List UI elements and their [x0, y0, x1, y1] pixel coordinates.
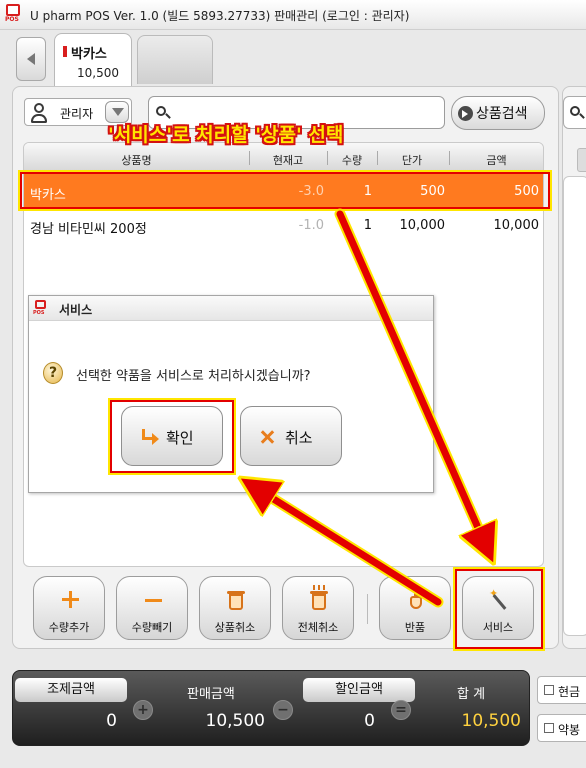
service-button[interactable]: ✦ 서비스	[462, 576, 534, 640]
dialog-title-bar: POS 서비스	[29, 296, 433, 321]
trash-all-icon	[309, 585, 329, 611]
return-button[interactable]: 반품	[379, 576, 451, 640]
trash-icon	[226, 589, 246, 611]
cell-stock: -1.0	[298, 218, 324, 233]
window-title: U pharm POS Ver. 1.0 (빌드 5893.27733) 판매관…	[30, 9, 410, 23]
dialog-logo-text: POS	[33, 310, 45, 316]
total-amount-value: 10,500	[461, 711, 521, 731]
confirm-button[interactable]: 확인	[121, 406, 223, 466]
cancel-item-button[interactable]: 상품취소	[199, 576, 271, 640]
col-header-price: 단가	[401, 154, 423, 167]
plus-operator-icon: +	[133, 700, 153, 720]
table-header: 상품명 현재고 수량 단가 금액	[24, 143, 543, 171]
right-search-box[interactable]	[563, 96, 586, 129]
checkbox-box	[544, 685, 554, 695]
user-label: 관리자	[60, 107, 94, 121]
cancel-button[interactable]: 취소	[240, 406, 342, 466]
col-header-amount: 금액	[486, 154, 507, 167]
app-logo-icon: POS	[4, 4, 24, 24]
hand-icon	[406, 589, 426, 611]
table-row[interactable]: 경남 비타민씨 200정 -1.0 1 10,000 10,000	[24, 208, 543, 242]
tab-marker	[63, 46, 67, 57]
cash-checkbox[interactable]: 현금	[537, 676, 586, 704]
cell-name: 박카스	[30, 188, 66, 203]
question-icon: ?	[43, 362, 63, 384]
col-header-qty: 수량	[341, 154, 363, 167]
add-quantity-label: 수량추가	[48, 621, 90, 634]
cell-stock: -3.0	[298, 184, 324, 199]
close-icon	[260, 430, 274, 444]
sale-amount-label: 판매금액	[187, 687, 235, 702]
cash-checkbox-label: 현금	[558, 685, 581, 699]
plus-icon	[60, 589, 80, 611]
pill-envelope-checkbox[interactable]: 약봉	[537, 714, 586, 742]
right-panel-handle[interactable]	[577, 148, 586, 172]
tab-title: 박카스	[71, 47, 107, 62]
back-button[interactable]	[16, 37, 46, 81]
total-amount-label: 합 계	[457, 687, 486, 702]
cell-amount: 10,000	[493, 218, 540, 233]
discount-amount-label: 할인금액	[303, 678, 415, 702]
col-header-name: 상품명	[121, 154, 152, 167]
cancel-all-button[interactable]: 전체취소	[282, 576, 354, 640]
toolbar-divider	[367, 594, 368, 624]
subtract-quantity-label: 수량빼기	[131, 621, 173, 634]
magic-wand-icon: ✦	[489, 587, 509, 611]
checkbox-box	[544, 723, 554, 733]
annotation-caption: '서비스'로 처리할 '상품' 선택	[108, 124, 344, 146]
tab-empty[interactable]	[137, 35, 213, 84]
dialog-title: 서비스	[59, 303, 93, 317]
dialog-body: ? 선택한 약품을 서비스로 처리하시겠습니까? 확인 취소	[29, 322, 433, 492]
col-header-stock: 현재고	[272, 154, 304, 167]
tab-amount: 10,500	[77, 66, 119, 80]
app-logo-text: POS	[5, 16, 19, 23]
table-row[interactable]: 박카스 -3.0 1 500 500	[24, 174, 543, 208]
return-label: 반품	[404, 621, 426, 634]
user-icon	[30, 103, 48, 123]
right-panel-list	[563, 176, 586, 636]
title-bar: POS U pharm POS Ver. 1.0 (빌드 5893.27733)…	[0, 0, 586, 30]
product-search-button[interactable]: 상품검색	[451, 96, 545, 130]
service-dialog: POS 서비스 ? 선택한 약품을 서비스로 처리하시겠습니까? 확인 취소	[28, 295, 434, 493]
product-search-button-label: 상품검색	[476, 106, 528, 122]
cancel-all-label: 전체취소	[297, 621, 339, 634]
subtract-quantity-button[interactable]: 수량빼기	[116, 576, 188, 640]
cell-price: 10,000	[399, 218, 446, 233]
cell-qty: 1	[363, 218, 372, 233]
cell-price: 500	[420, 184, 445, 199]
cell-qty: 1	[363, 184, 372, 199]
equals-operator-icon: =	[391, 700, 411, 720]
chevron-down-icon	[112, 108, 124, 116]
cell-name: 경남 비타민씨 200정	[30, 222, 147, 237]
totals-bar: 조제금액 0 + 판매금액 10,500 − 할인금액 0 = 합 계 10,5…	[12, 670, 530, 746]
cancel-item-label: 상품취소	[214, 621, 256, 634]
cell-amount: 500	[514, 184, 539, 199]
enter-arrow-icon	[142, 429, 159, 445]
tab-sale-1[interactable]: 박카스 10,500	[54, 33, 132, 86]
add-quantity-button[interactable]: 수량추가	[33, 576, 105, 640]
sale-amount-value: 10,500	[205, 711, 265, 731]
dialog-message: 선택한 약품을 서비스로 처리하시겠습니까?	[76, 369, 311, 384]
cancel-button-label: 취소	[285, 429, 313, 447]
dialog-logo-icon: POS	[33, 300, 49, 316]
confirm-button-label: 확인	[166, 429, 194, 447]
prep-amount-value: 0	[106, 711, 117, 731]
prep-amount-label: 조제금액	[15, 678, 127, 702]
back-arrow-icon	[27, 53, 35, 65]
pill-envelope-checkbox-label: 약봉	[558, 723, 581, 737]
search-icon	[156, 106, 171, 120]
arrow-right-icon	[458, 106, 473, 121]
service-label: 서비스	[482, 621, 514, 634]
minus-icon	[143, 589, 163, 611]
search-icon	[570, 106, 585, 120]
discount-amount-value: 0	[364, 711, 375, 731]
